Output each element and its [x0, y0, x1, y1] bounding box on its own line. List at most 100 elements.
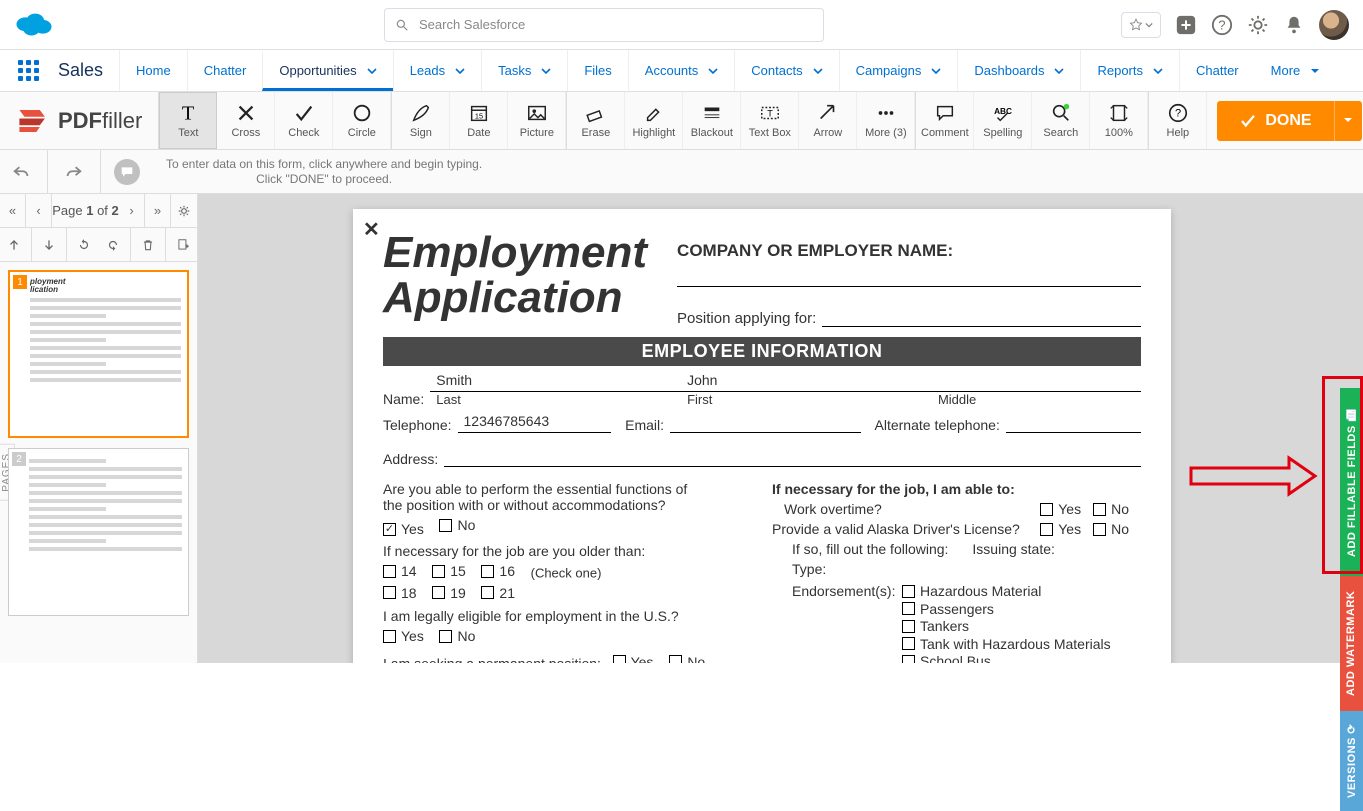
perm-yes-checkbox[interactable]: Yes: [613, 654, 654, 664]
thumbnail-1[interactable]: 1 ploymentlication: [8, 270, 189, 438]
page-prev-button[interactable]: ‹: [26, 194, 52, 228]
tool-zoom[interactable]: 100%: [1090, 92, 1148, 149]
page-last-button[interactable]: »: [145, 194, 171, 228]
tool-group-mark: Erase Highlight Blackout TText Box Arrow…: [566, 92, 915, 149]
company-field[interactable]: [677, 265, 1141, 287]
page-settings-button[interactable]: [171, 194, 197, 228]
tool-textbox[interactable]: TText Box: [741, 92, 799, 149]
chevron-down-icon: [367, 66, 377, 76]
tab-opportunities[interactable]: Opportunities: [262, 50, 392, 91]
delete-page-button[interactable]: [134, 228, 162, 262]
type-field[interactable]: [830, 561, 1141, 577]
tool-spelling[interactable]: ABCSpelling: [974, 92, 1032, 149]
license-no-checkbox[interactable]: No: [1093, 521, 1129, 537]
notifications-button[interactable]: [1283, 14, 1305, 36]
hazmat-checkbox[interactable]: Hazardous Material: [902, 583, 1041, 599]
tab-home[interactable]: Home: [119, 50, 187, 91]
setup-button[interactable]: [1247, 14, 1269, 36]
overtime-yes-checkbox[interactable]: Yes: [1040, 501, 1081, 517]
tool-check[interactable]: Check: [275, 92, 333, 149]
move-up-button[interactable]: [0, 228, 28, 262]
age-18-checkbox[interactable]: 18: [383, 585, 417, 601]
tool-more[interactable]: More (3): [857, 92, 915, 149]
document-page[interactable]: ✕ Employment Application COMPANY OR EMPL…: [353, 209, 1171, 663]
page-next-button[interactable]: ›: [119, 194, 145, 228]
tool-erase[interactable]: Erase: [567, 92, 625, 149]
essential-no-checkbox[interactable]: No: [439, 517, 475, 533]
address-field[interactable]: [444, 447, 1141, 467]
done-button[interactable]: DONE: [1217, 101, 1333, 141]
license-yes-checkbox[interactable]: Yes: [1040, 521, 1081, 537]
alt-telephone-field[interactable]: [1006, 413, 1141, 433]
tool-blackout[interactable]: Blackout: [683, 92, 741, 149]
tab-dashboards[interactable]: Dashboards: [957, 50, 1080, 91]
tab-contacts[interactable]: Contacts: [734, 50, 838, 91]
age-21-checkbox[interactable]: 21: [481, 585, 515, 601]
salesforce-nav: Sales Home Chatter Opportunities Leads T…: [0, 50, 1363, 92]
schoolbus-checkbox[interactable]: School Bus: [902, 653, 991, 663]
eligible-yes-checkbox[interactable]: Yes: [383, 628, 424, 644]
tab-leads[interactable]: Leads: [393, 50, 481, 91]
rotate-cw-button[interactable]: [99, 228, 127, 262]
first-name-field[interactable]: John: [681, 372, 932, 392]
tool-highlight[interactable]: Highlight: [625, 92, 683, 149]
tool-picture[interactable]: Picture: [508, 92, 566, 149]
tool-date[interactable]: 15Date: [450, 92, 508, 149]
close-icon[interactable]: ✕: [363, 217, 380, 242]
redo-button[interactable]: [61, 159, 87, 185]
thumbnail-2[interactable]: 2: [8, 448, 189, 616]
add-fillable-fields-tab[interactable]: ADD FILLABLE FIELDS 📄: [1340, 388, 1363, 576]
undo-button[interactable]: [8, 159, 34, 185]
middle-name-field[interactable]: [932, 372, 1141, 392]
tankhaz-checkbox[interactable]: Tank with Hazardous Materials: [902, 636, 1111, 652]
tab-tasks[interactable]: Tasks: [481, 50, 567, 91]
age-15-checkbox[interactable]: 15: [432, 563, 466, 579]
page-row-tools: [0, 228, 197, 262]
tab-reports[interactable]: Reports: [1080, 50, 1179, 91]
tab-chatter2[interactable]: Chatter: [1179, 50, 1255, 91]
arrow-up-icon: [7, 238, 21, 252]
favorites-button[interactable]: [1121, 12, 1161, 38]
tab-chatter[interactable]: Chatter: [187, 50, 263, 91]
overtime-no-checkbox[interactable]: No: [1093, 501, 1129, 517]
add-watermark-tab[interactable]: ADD WATERMARK: [1340, 576, 1363, 711]
position-field[interactable]: [822, 305, 1141, 327]
tool-text[interactable]: TText: [159, 92, 217, 149]
essential-yes-checkbox[interactable]: ✓Yes: [383, 521, 424, 537]
tool-circle[interactable]: Circle: [333, 92, 391, 149]
tool-sign[interactable]: Sign: [392, 92, 450, 149]
age-19-checkbox[interactable]: 19: [432, 585, 466, 601]
avatar[interactable]: [1319, 10, 1349, 40]
global-actions-button[interactable]: [1175, 14, 1197, 36]
telephone-field[interactable]: 12346785643: [458, 413, 612, 433]
tab-more[interactable]: More: [1255, 50, 1337, 91]
blackout-icon: [701, 102, 723, 124]
eligible-no-checkbox[interactable]: No: [439, 628, 475, 644]
tool-search[interactable]: Search: [1032, 92, 1090, 149]
page-first-button[interactable]: «: [0, 194, 26, 228]
age-14-checkbox[interactable]: 14: [383, 563, 417, 579]
help-button[interactable]: ?: [1211, 14, 1233, 36]
document-viewport[interactable]: ✕ Employment Application COMPANY OR EMPL…: [198, 194, 1363, 663]
last-name-field[interactable]: Smith: [430, 372, 681, 392]
tab-files[interactable]: Files: [567, 50, 627, 91]
passengers-checkbox[interactable]: Passengers: [902, 601, 994, 617]
app-launcher-button[interactable]: [14, 50, 42, 91]
tool-comment[interactable]: Comment: [916, 92, 974, 149]
done-dropdown[interactable]: [1334, 101, 1362, 141]
tool-cross[interactable]: Cross: [217, 92, 275, 149]
tool-arrow[interactable]: Arrow: [799, 92, 857, 149]
add-page-button[interactable]: [169, 228, 197, 262]
tab-campaigns[interactable]: Campaigns: [839, 50, 958, 91]
issuing-state-field[interactable]: [1059, 541, 1141, 557]
search-input[interactable]: Search Salesforce: [384, 8, 824, 42]
tankers-checkbox[interactable]: Tankers: [902, 618, 969, 634]
rotate-ccw-button[interactable]: [70, 228, 98, 262]
email-field[interactable]: [670, 413, 861, 433]
perm-no-checkbox[interactable]: No: [669, 654, 705, 664]
age-16-checkbox[interactable]: 16: [481, 563, 515, 579]
move-down-button[interactable]: [35, 228, 63, 262]
versions-tab[interactable]: VERSIONS ⟳: [1340, 711, 1363, 811]
tab-accounts[interactable]: Accounts: [628, 50, 734, 91]
tool-help[interactable]: ?Help: [1149, 92, 1207, 149]
